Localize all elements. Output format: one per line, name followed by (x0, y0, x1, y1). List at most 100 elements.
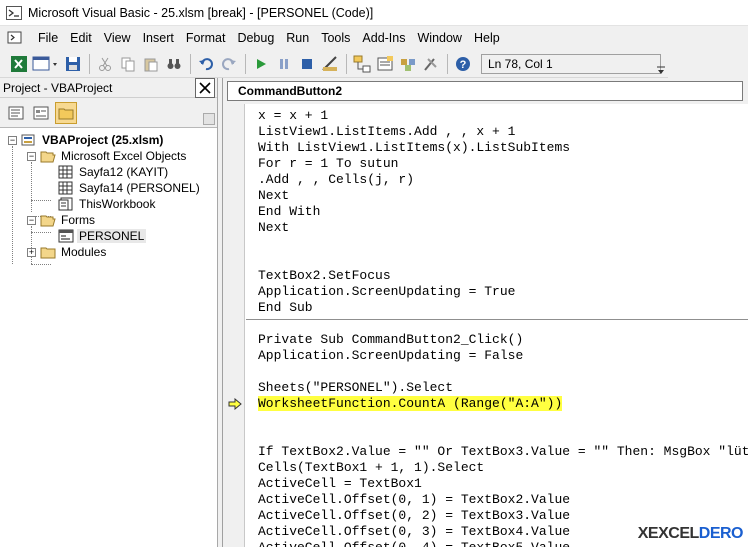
vba-project-icon (21, 134, 35, 146)
code-line[interactable]: Application.ScreenUpdating = False (246, 348, 748, 364)
code-line[interactable]: Next (246, 188, 748, 204)
code-line[interactable]: Private Sub CommandButton2_Click() (246, 332, 748, 348)
open-folder-icon (40, 215, 56, 227)
menu-run[interactable]: Run (280, 27, 315, 49)
vbe-menu-icon[interactable] (6, 29, 24, 47)
expand-icon[interactable]: + (27, 247, 36, 257)
code-line[interactable]: For r = 1 To sutun (246, 156, 748, 172)
svg-text:?: ? (460, 59, 467, 71)
project-explorer-title: Project - VBAProject (3, 80, 113, 95)
watermark-prefix: X (637, 525, 649, 542)
tree-item-modules[interactable]: + Modules (0, 244, 217, 260)
worksheet-icon (58, 165, 73, 179)
menu-tools[interactable]: Tools (315, 27, 356, 49)
collapse-icon[interactable]: − (8, 135, 17, 145)
execution-point-arrow-icon (228, 398, 242, 410)
window-title: Microsoft Visual Basic - 25.xlsm [break]… (28, 5, 374, 20)
toolbar-options-icon[interactable] (657, 66, 665, 75)
menu-help[interactable]: Help (468, 27, 506, 49)
code-line[interactable] (246, 428, 748, 444)
close-icon[interactable] (195, 77, 215, 98)
code-line[interactable]: .Add , , Cells(j, r) (246, 172, 748, 188)
code-editor[interactable]: x = x + 1 ListView1.ListItems.Add , , x +… (246, 108, 748, 547)
menu-insert[interactable]: Insert (137, 27, 180, 49)
tree-item-thisworkbook[interactable]: ThisWorkbook (0, 196, 217, 212)
code-line-current[interactable]: WorksheetFunction.CountA (Range("A:A")) (246, 396, 748, 412)
tree-label: ThisWorkbook (79, 197, 156, 211)
code-line[interactable]: ListView1.ListItems.Add , , x + 1 (246, 124, 748, 140)
project-explorer-icon[interactable] (351, 53, 373, 75)
run-icon[interactable] (250, 53, 272, 75)
paste-icon[interactable] (140, 53, 162, 75)
cut-icon[interactable] (94, 53, 116, 75)
toolbar-separator (346, 53, 347, 74)
code-line[interactable]: Next (246, 220, 748, 236)
tree-label: Sayfa14 (PERSONEL) (79, 181, 200, 195)
cursor-position-status: Ln 78, Col 1 (481, 53, 661, 74)
design-mode-icon[interactable] (319, 53, 341, 75)
tree-item-sheet-kayit[interactable]: Sayfa12 (KAYIT) (0, 164, 217, 180)
code-line[interactable] (246, 236, 748, 252)
object-dropdown[interactable]: CommandButton2 (227, 81, 743, 101)
collapse-icon[interactable]: − (27, 215, 36, 225)
menu-bar: File Edit View Insert Format Debug Run T… (0, 26, 748, 50)
save-icon[interactable] (62, 53, 84, 75)
reset-icon[interactable] (296, 53, 318, 75)
help-icon[interactable]: ? (452, 53, 474, 75)
properties-window-icon[interactable] (374, 53, 396, 75)
tree-connector (31, 264, 51, 265)
standard-toolbar: ? Ln 78, Col 1 (0, 50, 668, 78)
code-line[interactable]: ActiveCell = TextBox1 (246, 476, 748, 492)
code-line[interactable]: ActiveCell.Offset(0, 2) = TextBox3.Value (246, 508, 748, 524)
menu-add-ins[interactable]: Add-Ins (356, 27, 411, 49)
project-explorer-toolbar (0, 98, 217, 128)
toolbox-icon[interactable] (420, 53, 442, 75)
menu-debug[interactable]: Debug (231, 27, 280, 49)
insert-userform-icon[interactable] (31, 53, 61, 75)
code-line[interactable]: Cells(TextBox1 + 1, 1).Select (246, 460, 748, 476)
code-window-header: CommandButton2 (223, 78, 748, 104)
watermark-suffix: DERO (698, 525, 744, 542)
code-line[interactable]: Application.ScreenUpdating = True (246, 284, 748, 300)
toggle-folders-icon[interactable] (55, 101, 77, 124)
view-excel-icon[interactable] (8, 53, 30, 75)
code-line[interactable] (246, 252, 748, 268)
tree-item-excel-objects[interactable]: − Microsoft Excel Objects (0, 148, 217, 164)
tree-label: Sayfa12 (KAYIT) (79, 165, 169, 179)
code-line[interactable]: If TextBox2.Value = "" Or TextBox3.Value… (246, 444, 748, 460)
code-line[interactable]: Sheets("PERSONEL").Select (246, 380, 748, 396)
find-icon[interactable] (163, 53, 185, 75)
toolbar-separator (245, 53, 246, 74)
menu-view[interactable]: View (98, 27, 137, 49)
open-folder-icon (40, 151, 56, 163)
break-icon[interactable] (273, 53, 295, 75)
code-line[interactable] (246, 412, 748, 428)
code-line[interactable]: End Sub (246, 300, 748, 316)
code-line[interactable]: x = x + 1 (246, 108, 748, 124)
tree-item-forms[interactable]: − Forms (0, 212, 217, 228)
undo-icon[interactable] (195, 53, 217, 75)
code-line[interactable]: End With (246, 204, 748, 220)
redo-icon[interactable] (218, 53, 240, 75)
menu-format[interactable]: Format (180, 27, 232, 49)
menu-window[interactable]: Window (412, 27, 468, 49)
code-line[interactable]: With ListView1.ListItems(x).ListSubItems (246, 140, 748, 156)
view-code-icon[interactable] (5, 102, 27, 124)
toolbar-overflow-button[interactable] (203, 113, 215, 125)
object-browser-icon[interactable] (397, 53, 419, 75)
tree-item-sheet-personel[interactable]: Sayfa14 (PERSONEL) (0, 180, 217, 196)
code-margin-indicator-bar[interactable] (223, 104, 245, 547)
watermark-middle: EXCEL (647, 525, 699, 542)
code-line[interactable] (246, 364, 748, 380)
tree-item-form-personel[interactable]: PERSONEL (0, 228, 217, 244)
tree-item-vbaproject[interactable]: − VBAProject (25.xlsm) (0, 132, 217, 148)
code-line[interactable]: TextBox2.SetFocus (246, 268, 748, 284)
toolbar-separator (89, 53, 90, 74)
code-line[interactable]: ActiveCell.Offset(0, 1) = TextBox2.Value (246, 492, 748, 508)
menu-file[interactable]: File (32, 27, 64, 49)
menu-edit[interactable]: Edit (64, 27, 98, 49)
view-object-icon[interactable] (30, 102, 52, 124)
toolbar-separator (447, 53, 448, 74)
collapse-icon[interactable]: − (27, 151, 36, 161)
copy-icon[interactable] (117, 53, 139, 75)
